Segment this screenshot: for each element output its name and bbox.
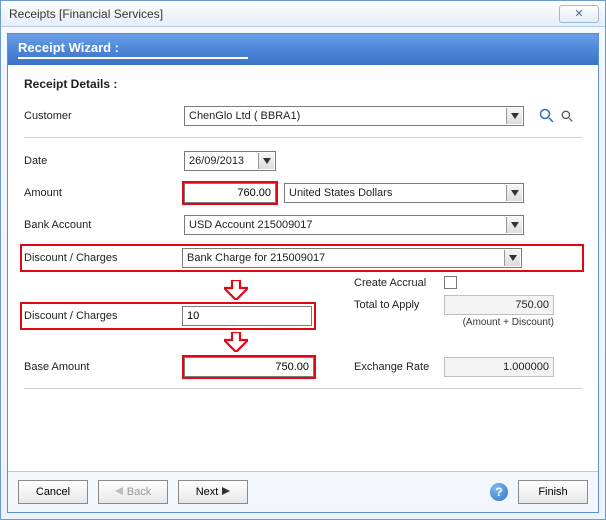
discount-type-row: Discount / Charges Bank Charge for 21500… (22, 246, 582, 270)
inner-frame: Receipt Wizard : Receipt Details : Custo… (7, 33, 599, 513)
amount-input[interactable] (184, 183, 276, 203)
footer: Cancel Back Next ? Finish (8, 471, 598, 512)
base-amount-label: Base Amount (24, 361, 184, 373)
help-icon[interactable]: ? (490, 483, 508, 501)
total-to-apply-value: 750.00 (444, 295, 554, 315)
content-area: Receipt Details : Customer ChenGlo Ltd (… (8, 65, 598, 471)
search-small-icon[interactable] (558, 107, 576, 125)
amount-plus-discount-note: (Amount + Discount) (354, 317, 554, 328)
bank-account-row: Bank Account USD Account 215009017 (24, 214, 582, 236)
customer-row: Customer ChenGlo Ltd ( BBRA1) (24, 105, 582, 127)
base-amount-input[interactable] (184, 357, 314, 377)
titlebar: Receipts [Financial Services] ✕ (1, 1, 605, 27)
amount-row: Amount United States Dollars (24, 182, 582, 204)
discount-amount-value[interactable] (187, 310, 307, 322)
bank-account-label: Bank Account (24, 219, 184, 231)
create-accrual-checkbox[interactable] (444, 276, 457, 289)
chevron-down-icon (506, 108, 522, 124)
section-title: Receipt Details : (24, 77, 582, 91)
close-icon: ✕ (574, 7, 583, 20)
date-label: Date (24, 155, 184, 167)
currency-value: United States Dollars (289, 187, 392, 199)
customer-select[interactable]: ChenGlo Ltd ( BBRA1) (184, 106, 524, 126)
chevron-down-icon (504, 250, 520, 266)
chevron-down-icon (506, 185, 522, 201)
discount-amount-label: Discount / Charges (22, 310, 182, 322)
base-amount-row: Base Amount Exchange Rate 1.000000 (24, 356, 582, 378)
arrow-down-icon (224, 332, 582, 352)
total-to-apply-label: Total to Apply (354, 299, 444, 311)
wizard-title: Receipt Wizard : (18, 40, 119, 55)
customer-label: Customer (24, 110, 184, 122)
discount-type-select[interactable]: Bank Charge for 215009017 (182, 248, 522, 268)
triangle-right-icon (222, 486, 230, 498)
amount-label: Amount (24, 187, 184, 199)
finish-label: Finish (538, 486, 567, 498)
back-button[interactable]: Back (98, 480, 168, 504)
discount-amount-row: Discount / Charges Create Accrual Total … (24, 304, 582, 328)
wizard-header: Receipt Wizard : (8, 34, 598, 65)
divider-1 (24, 137, 582, 138)
triangle-left-icon (115, 486, 123, 498)
divider-2 (24, 388, 582, 389)
receipts-window: Receipts [Financial Services] ✕ Receipt … (0, 0, 606, 520)
bank-account-value: USD Account 215009017 (189, 219, 313, 231)
search-icon[interactable] (538, 107, 556, 125)
window-title: Receipts [Financial Services] (9, 7, 559, 21)
back-label: Back (127, 486, 151, 498)
date-row: Date 26/09/2013 (24, 150, 582, 172)
bank-account-select[interactable]: USD Account 215009017 (184, 215, 524, 235)
create-accrual-label: Create Accrual (354, 277, 444, 289)
base-amount-value[interactable] (189, 361, 309, 373)
discount-type-value: Bank Charge for 215009017 (187, 252, 325, 264)
customer-value: ChenGlo Ltd ( BBRA1) (189, 110, 300, 122)
finish-button[interactable]: Finish (518, 480, 588, 504)
discount-amount-input[interactable] (182, 306, 312, 326)
date-value: 26/09/2013 (189, 155, 244, 167)
cancel-label: Cancel (36, 486, 70, 498)
exchange-rate-label: Exchange Rate (354, 361, 444, 373)
exchange-rate-value: 1.000000 (444, 357, 554, 377)
chevron-down-icon (258, 153, 274, 169)
date-input[interactable]: 26/09/2013 (184, 151, 276, 171)
amount-value[interactable] (189, 187, 271, 199)
next-label: Next (196, 486, 219, 498)
currency-select[interactable]: United States Dollars (284, 183, 524, 203)
discount-type-label: Discount / Charges (22, 252, 182, 264)
next-button[interactable]: Next (178, 480, 248, 504)
wizard-underline (18, 57, 248, 59)
chevron-down-icon (506, 217, 522, 233)
window-close-button[interactable]: ✕ (559, 5, 599, 23)
cancel-button[interactable]: Cancel (18, 480, 88, 504)
